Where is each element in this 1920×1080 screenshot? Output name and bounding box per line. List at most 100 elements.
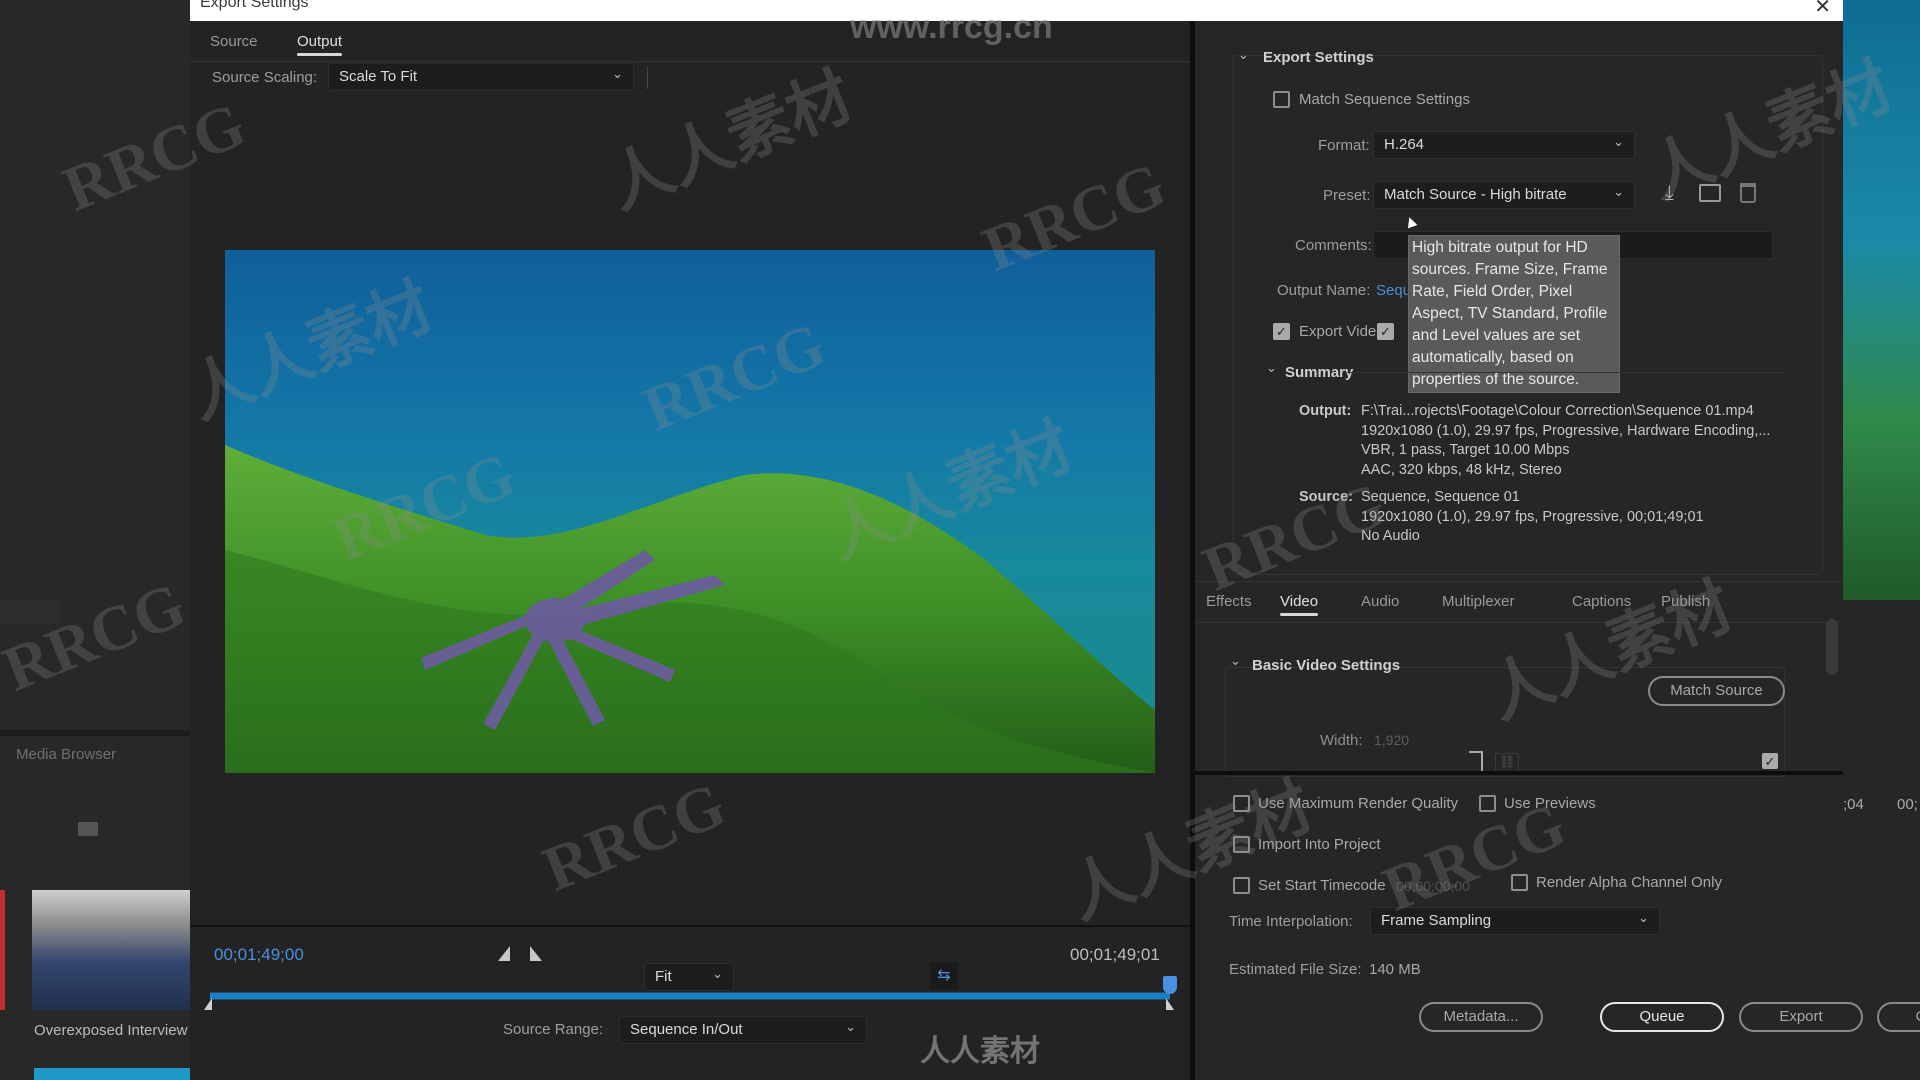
match-sequence-label: Match Sequence Settings	[1299, 91, 1470, 108]
max-render-quality-checkbox[interactable]	[1233, 795, 1250, 812]
clip-name[interactable]: Overexposed Interview	[34, 1022, 187, 1039]
settings-scrollbar[interactable]	[1826, 619, 1838, 675]
output-name-label: Output Name:	[1277, 282, 1371, 299]
video-preview	[225, 250, 1155, 773]
summary-source-lines: Sequence, Sequence 01 1920x1080 (1.0), 2…	[1361, 488, 1704, 547]
background-left-panel: Media Browser Overexposed Interview	[0, 0, 246, 1080]
tab-source[interactable]: Source	[210, 33, 258, 50]
summary-output-video: 1920x1080 (1.0), 29.97 fps, Progressive,…	[1361, 422, 1771, 439]
summary-output-path: F:\Trai...rojects\Footage\Colour Correct…	[1361, 403, 1754, 419]
use-previews-checkbox[interactable]	[1479, 795, 1496, 812]
tab-captions[interactable]: Captions	[1572, 593, 1631, 610]
set-in-point-icon[interactable]	[498, 946, 510, 961]
close-icon[interactable]: ✕	[1814, 0, 1831, 19]
import-preset-icon[interactable]	[1699, 184, 1721, 202]
source-range-dropdown[interactable]: Sequence In/Out ⌄	[619, 1016, 867, 1044]
chevron-down-icon: ⌄	[612, 66, 623, 81]
tab-video[interactable]: Video	[1280, 593, 1318, 616]
summary-collapse-icon[interactable]: ⌄	[1266, 360, 1277, 376]
duration-timecode: 00;01;49;01	[1070, 945, 1160, 964]
options-divider	[1195, 771, 1843, 775]
out-point-handle[interactable]	[1166, 998, 1174, 1010]
match-sequence-checkbox[interactable]	[1273, 91, 1290, 108]
chevron-down-icon: ⌄	[712, 966, 723, 981]
tab-effects[interactable]: Effects	[1206, 593, 1252, 610]
aspect-ratio-correction-icon[interactable]: ⇆	[930, 962, 958, 990]
summary-output-audio: AAC, 320 kbps, 48 kHz, Stereo	[1361, 461, 1562, 478]
summary-heading: Summary	[1285, 364, 1354, 381]
summary-output-lines: F:\Trai...rojects\Footage\Colour Correct…	[1361, 402, 1770, 480]
width-value[interactable]: 1,920	[1374, 732, 1409, 748]
export-video-checkbox[interactable]: ✓	[1273, 323, 1290, 340]
playhead[interactable]	[1163, 976, 1177, 994]
clip-thumbnail[interactable]	[32, 890, 190, 1010]
zoom-level-dropdown[interactable]: Fit ⌄	[644, 963, 734, 991]
tab-divider	[190, 61, 1190, 62]
chevron-down-icon: ⌄	[1613, 184, 1624, 199]
background-dropdown[interactable]	[0, 600, 60, 624]
preview-pane: Source Output Source Scaling: Scale To F…	[190, 21, 1190, 1080]
source-range-label: Source Range:	[503, 1021, 604, 1038]
export-audio-checkbox[interactable]: ✓	[1377, 323, 1394, 340]
toolbar-separator	[647, 67, 648, 89]
export-video-label: Export Video	[1299, 323, 1385, 340]
watermark-site: www.rrcg.cn	[850, 8, 1053, 46]
save-preset-icon[interactable]: ⤓	[1665, 182, 1674, 205]
set-out-point-icon[interactable]	[530, 946, 542, 961]
format-dropdown[interactable]: H.264 ⌄	[1373, 131, 1635, 159]
current-timecode[interactable]: 00;01;49;00	[214, 945, 304, 965]
import-into-project-checkbox[interactable]	[1233, 836, 1250, 853]
tab-publish[interactable]: Publish	[1661, 593, 1710, 610]
source-scaling-value: Scale To Fit	[339, 68, 418, 85]
export-settings-heading: Export Settings	[1263, 49, 1374, 66]
in-point-handle[interactable]	[204, 998, 212, 1010]
tab-output[interactable]: Output	[297, 33, 342, 56]
estimated-size-label: Estimated File Size:	[1229, 961, 1362, 978]
source-range-bar[interactable]	[210, 992, 1170, 1000]
time-interpolation-dropdown[interactable]: Frame Sampling ⌄	[1370, 907, 1660, 935]
timeline-timecode: ;04	[1843, 796, 1864, 813]
tab-audio[interactable]: Audio	[1361, 593, 1399, 610]
constrain-bracket	[1469, 751, 1483, 771]
queue-button[interactable]: Queue	[1600, 1002, 1724, 1032]
export-button[interactable]: Export	[1739, 1002, 1863, 1032]
time-interpolation-value: Frame Sampling	[1381, 912, 1492, 929]
metadata-button[interactable]: Metadata...	[1419, 1002, 1543, 1032]
summary-output-label: Output:	[1299, 403, 1352, 419]
settings-pane: ⌄ Export Settings Match Sequence Setting…	[1195, 21, 1920, 1080]
summary-source-name: Sequence, Sequence 01	[1361, 489, 1520, 505]
zoom-level-value: Fit	[655, 968, 672, 985]
basic-video-heading: Basic Video Settings	[1252, 657, 1401, 674]
basic-video-collapse-icon[interactable]: ⌄	[1230, 653, 1241, 669]
collapse-chevron-icon[interactable]: ⌄	[1238, 47, 1249, 63]
width-match-checkbox[interactable]: ✓	[1762, 753, 1778, 769]
tab-multiplexer[interactable]: Multiplexer	[1442, 593, 1515, 610]
dialog-title: Export Settings	[200, 0, 309, 11]
background-program-monitor	[1843, 0, 1920, 600]
source-range-value: Sequence In/Out	[630, 1021, 743, 1038]
preset-dropdown[interactable]: Match Source - High bitrate ⌄	[1373, 181, 1635, 209]
width-label: Width:	[1320, 732, 1363, 749]
summary-source-label: Source:	[1299, 489, 1353, 505]
render-alpha-label: Render Alpha Channel Only	[1536, 874, 1722, 891]
cancel-button[interactable]: Cancel	[1877, 1002, 1920, 1032]
timeline-timecode: 00;	[1897, 796, 1918, 813]
render-alpha-checkbox[interactable]	[1511, 874, 1528, 891]
media-browser-tab[interactable]: Media Browser	[16, 746, 116, 763]
match-source-button[interactable]: Match Source	[1648, 676, 1785, 706]
start-timecode-value[interactable]: 00;00;00;00	[1396, 878, 1470, 894]
search-folder-icon[interactable]	[78, 822, 98, 836]
export-settings-dialog: Export Settings ✕ Source Output Source S…	[190, 0, 1920, 1080]
clip-label-color	[0, 890, 5, 1010]
watermark-logo-text: 人人素材	[920, 1034, 1040, 1069]
set-start-timecode-checkbox[interactable]	[1233, 877, 1250, 894]
tabs-top-rule	[1195, 581, 1843, 582]
format-value: H.264	[1384, 136, 1425, 153]
import-into-project-label: Import Into Project	[1258, 836, 1381, 853]
delete-preset-icon[interactable]	[1740, 183, 1756, 203]
output-name-link[interactable]: Sequ	[1376, 282, 1411, 299]
source-scaling-dropdown[interactable]: Scale To Fit ⌄	[328, 63, 634, 91]
summary-source-video: 1920x1080 (1.0), 29.97 fps, Progressive,…	[1361, 508, 1704, 525]
preset-tooltip: High bitrate output for HD sources. Fram…	[1408, 235, 1620, 393]
time-interpolation-label: Time Interpolation:	[1229, 913, 1353, 930]
